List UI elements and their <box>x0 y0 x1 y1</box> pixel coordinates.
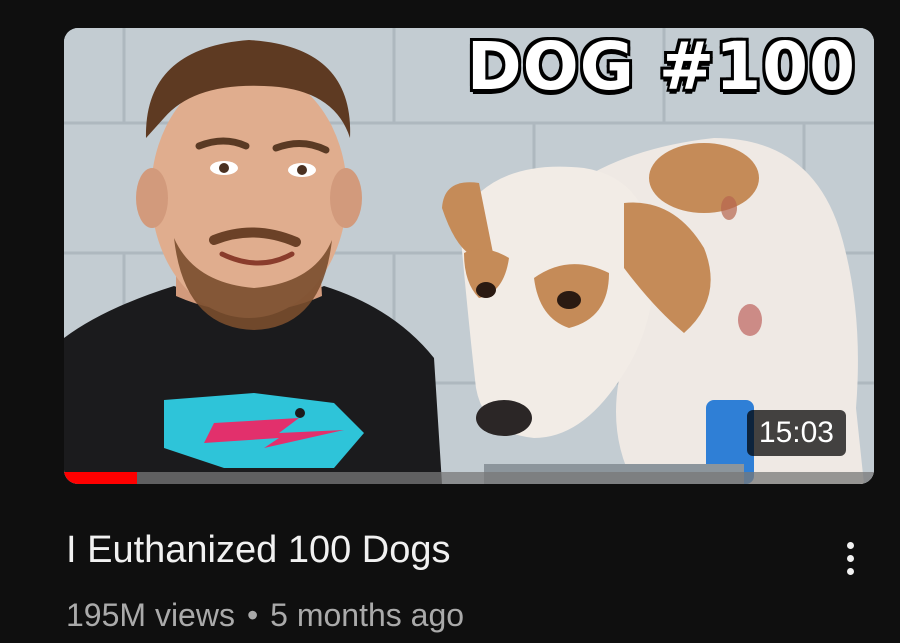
menu-dot <box>846 541 854 549</box>
menu-dot <box>846 567 854 575</box>
separator-dot: • <box>246 596 259 633</box>
video-card[interactable]: DOG #100 15:03 I Euthanized 100 Dogs 195… <box>0 0 900 643</box>
more-vert-icon[interactable] <box>830 528 870 588</box>
upload-age: 5 months ago <box>270 596 465 633</box>
video-thumbnail[interactable]: DOG #100 15:03 <box>64 28 874 484</box>
watch-progress-bar <box>64 472 874 484</box>
watch-progress-fill <box>64 472 137 484</box>
menu-dot <box>846 554 854 562</box>
video-meta: I Euthanized 100 Dogs 195M views • 5 month… <box>66 528 820 634</box>
view-count: 195M views <box>66 596 235 633</box>
thumbnail-overlay-text: DOG #100 <box>465 28 856 105</box>
duration-badge: 15:03 <box>746 409 846 456</box>
video-title[interactable]: I Euthanized 100 Dogs <box>66 528 820 574</box>
video-stats: 195M views • 5 months ago <box>66 596 820 634</box>
